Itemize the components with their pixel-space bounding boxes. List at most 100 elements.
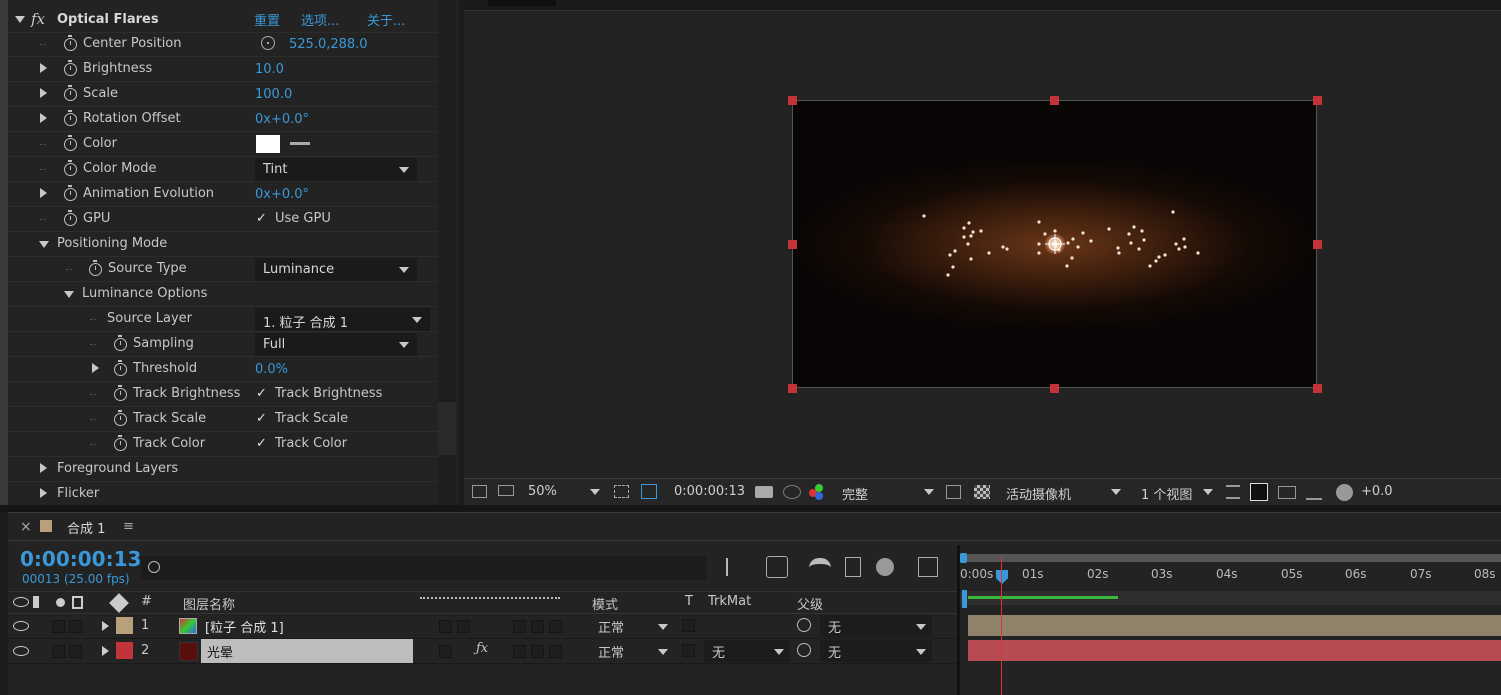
trkmat-dropdown[interactable]: 无 bbox=[704, 640, 790, 662]
eyedropper-icon[interactable] bbox=[290, 142, 310, 145]
layer-row-2[interactable]: 2 光晕 ƒx 正常 无 无 bbox=[8, 639, 958, 664]
timeline-icon[interactable] bbox=[1278, 486, 1296, 499]
stopwatch-icon[interactable] bbox=[114, 435, 127, 451]
lock-switch[interactable] bbox=[69, 645, 82, 658]
pick-whip-icon[interactable] bbox=[797, 643, 811, 657]
layer-search-input[interactable] bbox=[141, 556, 706, 580]
handle-bottom-center[interactable] bbox=[1050, 384, 1059, 393]
close-tab-icon[interactable]: × bbox=[20, 519, 32, 535]
layer-label-color[interactable] bbox=[116, 642, 133, 659]
center-position-value[interactable]: 525.0,288.0 bbox=[289, 37, 368, 52]
parent-dropdown[interactable]: 无 bbox=[820, 640, 932, 662]
switch-box[interactable] bbox=[531, 620, 544, 633]
motion-blur-icon[interactable] bbox=[876, 558, 894, 576]
handle-top-left[interactable] bbox=[788, 96, 797, 105]
threshold-value[interactable]: 0.0% bbox=[255, 362, 288, 377]
handle-bottom-right[interactable] bbox=[1313, 384, 1322, 393]
layer-1-bar[interactable] bbox=[968, 615, 1501, 636]
about-link[interactable]: 关于... bbox=[367, 10, 405, 29]
layer-name-selected[interactable]: 光晕 bbox=[201, 639, 413, 663]
track-scale-checkbox[interactable]: ✓ bbox=[256, 411, 267, 426]
pick-whip-icon[interactable] bbox=[797, 618, 811, 632]
stopwatch-icon[interactable] bbox=[64, 185, 77, 201]
stopwatch-icon[interactable] bbox=[64, 85, 77, 101]
expand-layer-icon[interactable] bbox=[102, 646, 109, 656]
stopwatch-icon[interactable] bbox=[64, 210, 77, 226]
source-type-dropdown[interactable]: Luminance bbox=[255, 258, 417, 281]
expand-icon[interactable] bbox=[40, 113, 47, 123]
preserve-transparency-box[interactable] bbox=[682, 644, 695, 657]
rotation-offset-value[interactable]: 0x+0.0° bbox=[255, 112, 309, 127]
parent-dropdown[interactable]: 无 bbox=[820, 615, 932, 637]
switch-box[interactable] bbox=[513, 645, 526, 658]
col-number[interactable]: # bbox=[141, 594, 152, 609]
audio-icon[interactable] bbox=[33, 596, 47, 608]
collapse-effect-icon[interactable] bbox=[15, 16, 25, 23]
resolution-dropdown[interactable]: 完整 bbox=[842, 484, 868, 503]
viewer-timecode[interactable]: 0:00:00:13 bbox=[674, 484, 745, 499]
chevron-down-icon[interactable] bbox=[658, 649, 668, 655]
switch-box[interactable] bbox=[513, 620, 526, 633]
eye-icon[interactable] bbox=[13, 621, 29, 631]
crosshair-icon[interactable] bbox=[261, 36, 275, 50]
effect-header[interactable]: fx Optical Flares 重置 选项... 关于... bbox=[8, 8, 438, 33]
monitor-icon[interactable] bbox=[498, 485, 514, 496]
expand-icon[interactable] bbox=[40, 488, 47, 498]
active-viewer-tab[interactable] bbox=[488, 0, 556, 6]
zoom-dropdown[interactable]: 50% bbox=[528, 484, 557, 499]
comp-tab-name[interactable]: 合成 1 bbox=[67, 518, 105, 537]
stopwatch-icon[interactable] bbox=[114, 385, 127, 401]
reset-link[interactable]: 重置 bbox=[254, 10, 280, 29]
label-tag-icon[interactable] bbox=[109, 593, 129, 613]
exposure-reset-icon[interactable] bbox=[1336, 484, 1353, 501]
chevron-down-icon[interactable] bbox=[658, 624, 668, 630]
col-layer-name[interactable]: 图层名称 bbox=[183, 594, 235, 613]
lock-icon[interactable] bbox=[72, 596, 83, 609]
work-area-start-handle[interactable] bbox=[960, 553, 967, 563]
use-gpu-checkbox[interactable]: ✓ bbox=[256, 211, 267, 226]
region-of-interest-icon[interactable] bbox=[946, 485, 961, 499]
eye-icon[interactable] bbox=[13, 597, 29, 607]
panel-menu-icon[interactable]: ≡ bbox=[123, 519, 134, 534]
solo-icon[interactable] bbox=[56, 598, 65, 607]
stopwatch-icon[interactable] bbox=[89, 260, 102, 276]
eye-icon[interactable] bbox=[13, 646, 29, 656]
chevron-down-icon[interactable] bbox=[1111, 489, 1121, 495]
switch-box[interactable] bbox=[439, 645, 452, 658]
shy-layers-icon[interactable] bbox=[809, 558, 831, 576]
fx-icon[interactable]: fx bbox=[31, 10, 45, 28]
source-layer-dropdown[interactable]: 1. 粒子 合成 1 bbox=[255, 308, 430, 331]
group-flicker[interactable]: Flicker bbox=[8, 482, 438, 507]
stopwatch-icon[interactable] bbox=[114, 360, 127, 376]
frame-blending-icon[interactable] bbox=[845, 557, 861, 577]
stopwatch-icon[interactable] bbox=[64, 60, 77, 76]
switch-box[interactable] bbox=[549, 620, 562, 633]
collapse-icon[interactable] bbox=[64, 291, 74, 298]
mask-visibility-icon[interactable] bbox=[641, 484, 657, 499]
stopwatch-icon[interactable] bbox=[114, 335, 127, 351]
handle-top-center[interactable] bbox=[1050, 96, 1059, 105]
expand-icon[interactable] bbox=[40, 63, 47, 73]
camera-snapshot-icon[interactable] bbox=[755, 486, 773, 498]
color-mode-dropdown[interactable]: Tint bbox=[255, 158, 417, 181]
handle-middle-right[interactable] bbox=[1313, 240, 1322, 249]
always-preview-icon[interactable] bbox=[472, 485, 487, 498]
timeline-timecode[interactable]: 0:00:00:13 bbox=[20, 547, 141, 571]
handle-top-right[interactable] bbox=[1313, 96, 1322, 105]
exposure-value[interactable]: +0.0 bbox=[1361, 484, 1393, 499]
group-foreground-layers[interactable]: Foreground Layers bbox=[8, 457, 438, 482]
fast-previews-icon[interactable] bbox=[1250, 483, 1268, 501]
stopwatch-icon[interactable] bbox=[64, 110, 77, 126]
lock-switch[interactable] bbox=[69, 620, 82, 633]
track-color-checkbox[interactable]: ✓ bbox=[256, 436, 267, 451]
expand-icon[interactable] bbox=[40, 188, 47, 198]
title-safe-icon[interactable] bbox=[614, 485, 629, 498]
handle-middle-left[interactable] bbox=[788, 240, 797, 249]
brightness-value[interactable]: 10.0 bbox=[255, 62, 284, 77]
col-parent[interactable]: 父级 bbox=[797, 594, 823, 613]
fx-switch-icon[interactable]: ƒx bbox=[476, 641, 488, 656]
solo-switch[interactable] bbox=[52, 620, 65, 633]
chevron-down-icon[interactable] bbox=[590, 489, 600, 495]
animation-evolution-value[interactable]: 0x+0.0° bbox=[255, 187, 309, 202]
stopwatch-icon[interactable] bbox=[114, 410, 127, 426]
